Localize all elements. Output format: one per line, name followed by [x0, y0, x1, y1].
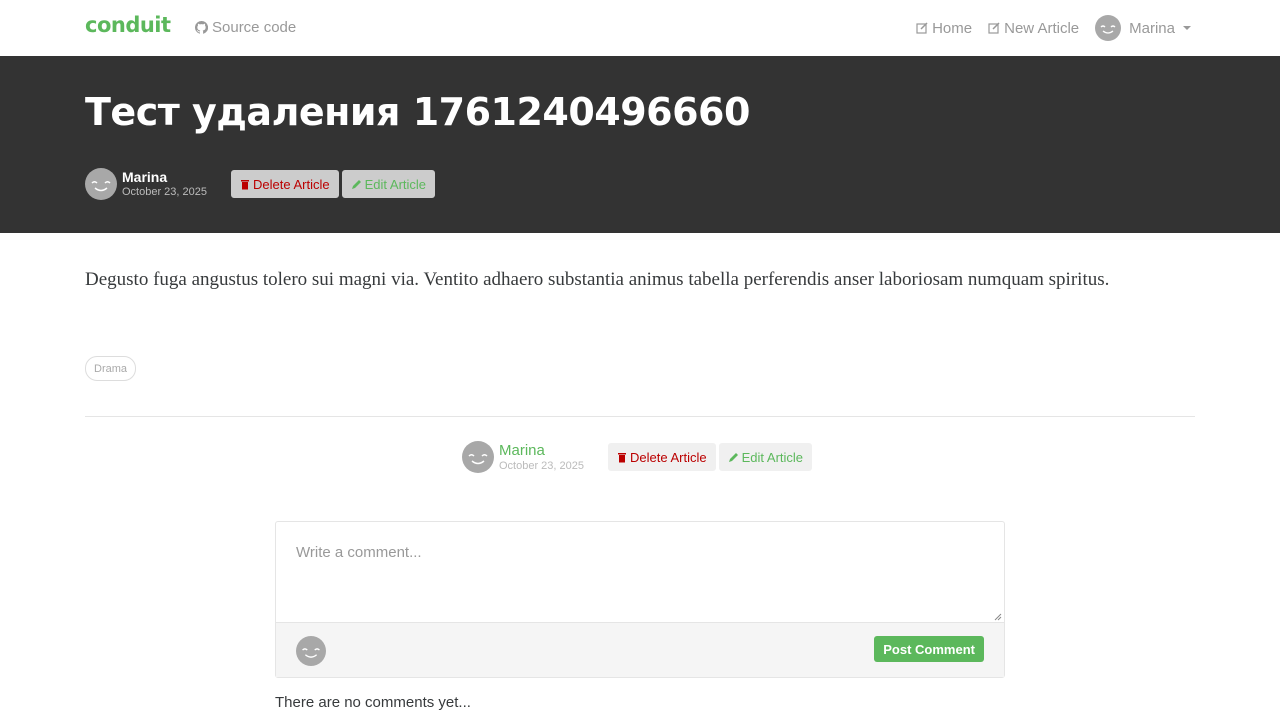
author-name[interactable]: Marina [122, 170, 207, 184]
edit-article-button[interactable]: Edit Article [341, 170, 436, 198]
author-info: Marina October 23, 2025 [122, 170, 207, 198]
article-body: Degusto fuga angustus tolero sui magni v… [85, 269, 1110, 290]
edit-icon [988, 22, 1000, 34]
edit-icon [916, 22, 928, 34]
pencil-icon [728, 452, 738, 462]
nav-user-menu[interactable]: Marina [1095, 15, 1191, 41]
article-title: Тест удаления 1761240496660 [85, 90, 750, 134]
article-banner: Тест удаления 1761240496660 Marina Octob… [0, 56, 1280, 233]
smiley-icon [1100, 25, 1116, 34]
author-avatar[interactable] [462, 441, 494, 473]
smiley-icon [302, 648, 320, 658]
author-avatar[interactable] [85, 168, 117, 200]
brand-logo[interactable]: conduit [85, 13, 171, 37]
article-date: October 23, 2025 [499, 459, 585, 472]
resize-handle-icon[interactable] [994, 613, 1002, 621]
delete-article-button[interactable]: Delete Article [608, 443, 716, 471]
nav-new-article-label: New Article [1004, 19, 1080, 37]
comment-input[interactable]: Write a comment... [276, 522, 1004, 623]
article-actions: Delete Article Edit Article [608, 443, 813, 471]
github-icon [195, 21, 208, 34]
comment-footer: Post Comment [276, 623, 1004, 677]
author-info: Marina October 23, 2025 [499, 443, 584, 472]
nav-home-label: Home [932, 19, 973, 37]
author-name[interactable]: Marina [499, 443, 584, 458]
nav-home[interactable]: Home [916, 20, 972, 37]
comment-form: Write a comment... Post Comment [275, 521, 1005, 678]
no-comments-text: There are no comments yet... [275, 694, 471, 711]
article-meta: Marina October 23, 2025 Delete Article E… [85, 168, 436, 200]
avatar [1095, 15, 1122, 41]
source-code-label: Source code [212, 19, 297, 36]
smiley-icon [91, 181, 111, 192]
post-comment-button[interactable]: Post Comment [874, 636, 984, 662]
tag-pill[interactable]: Drama [85, 356, 137, 381]
pencil-icon [351, 179, 361, 189]
smiley-icon [468, 454, 488, 465]
nav-right: Home New Article Marina [916, 15, 1191, 41]
edit-article-label: Edit Article [364, 176, 427, 192]
trash-icon [241, 179, 250, 189]
article-actions: Delete Article Edit Article [231, 170, 436, 198]
source-code-link[interactable]: Source code [195, 19, 296, 36]
nav-new-article[interactable]: New Article [988, 20, 1079, 37]
edit-article-label: Edit Article [741, 449, 804, 465]
article-date: October 23, 2025 [122, 186, 208, 198]
comment-avatar [296, 636, 326, 666]
delete-article-label: Delete Article [253, 176, 330, 192]
navbar: conduit Source code Home New Article Mar… [0, 0, 1280, 56]
divider [85, 416, 1195, 417]
nav-user-label: Marina [1129, 19, 1175, 37]
edit-article-button[interactable]: Edit Article [718, 443, 813, 471]
delete-article-button[interactable]: Delete Article [231, 170, 339, 198]
article-meta-bottom: Marina October 23, 2025 Delete Article E… [462, 441, 813, 473]
caret-down-icon [1183, 26, 1191, 30]
delete-article-label: Delete Article [630, 449, 707, 465]
trash-icon [618, 452, 627, 462]
